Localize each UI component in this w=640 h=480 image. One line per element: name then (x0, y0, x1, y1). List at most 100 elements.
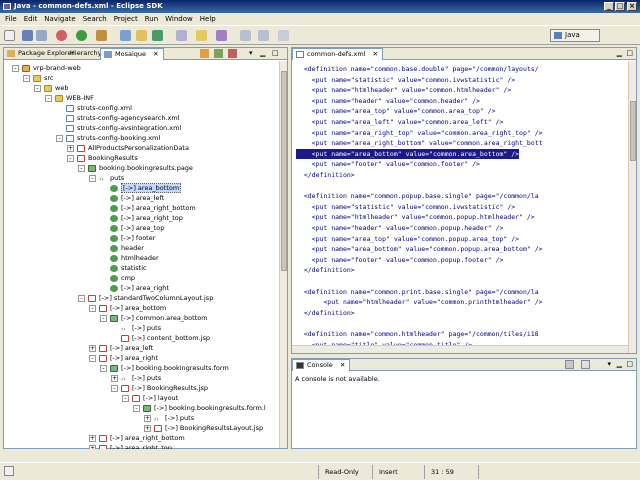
tree-node[interactable]: + [->] BookingResultsLayout.jsp (144, 423, 263, 433)
tree-node[interactable]: - booking.bookingresults.page (78, 163, 193, 173)
tree-node[interactable]: [->] footer (100, 233, 155, 243)
tree-node[interactable]: header (100, 243, 144, 253)
expand-icon[interactable]: + (111, 374, 118, 382)
menu-help[interactable]: Help (200, 13, 216, 25)
code-line[interactable]: <put name="footer" value="common.popup.f… (296, 255, 504, 265)
scrollbar-thumb[interactable] (630, 101, 636, 161)
tree-node[interactable]: [->] area_right (100, 283, 169, 293)
tree-node[interactable]: - [->] standardTwoColumnLayout.jsp (78, 293, 213, 303)
tree-node[interactable]: - [->] area_right (89, 353, 158, 363)
code-line[interactable]: <definition name="common.base.double" pa… (296, 64, 539, 74)
code-line[interactable]: <put name="header" value="common.header"… (296, 96, 480, 106)
tree-node[interactable]: + [->] area_right_top (89, 443, 172, 449)
tree-node[interactable]: - [->] common.area_bottom (100, 313, 208, 323)
tree-node[interactable]: - WEB-INF (45, 93, 94, 103)
tab-mosaique[interactable]: Mosaique ✕ (100, 48, 164, 60)
code-line[interactable]: <put name="area_right_top" value="common… (296, 128, 543, 138)
collapse-icon[interactable]: - (23, 74, 30, 82)
menu-search[interactable]: Search (83, 13, 107, 25)
collapse-icon[interactable]: - (89, 354, 96, 362)
new-class-icon[interactable] (152, 30, 163, 41)
code-line[interactable]: <put name="area_bottom" value="common.po… (296, 244, 543, 254)
tree-node[interactable]: [->] area_left (100, 193, 164, 203)
code-line[interactable]: <put name="statistic" value="common.ivws… (296, 202, 516, 212)
expand-icon[interactable]: + (144, 414, 151, 422)
close-tab-icon[interactable]: ✕ (373, 50, 378, 58)
tree-node[interactable]: - [->] layout (122, 393, 178, 403)
filter-icon[interactable] (228, 49, 237, 58)
close-button[interactable]: × (627, 2, 637, 11)
close-tab-icon[interactable]: ✕ (153, 50, 158, 58)
tree-node[interactable]: [->] area_right_top (100, 213, 183, 223)
print-icon[interactable] (36, 30, 47, 41)
menu-run[interactable]: Run (145, 13, 158, 25)
collapse-icon[interactable]: - (111, 384, 118, 392)
collapse-icon[interactable]: - (56, 134, 63, 142)
tree-node[interactable]: - [->] booking.bookingresults.form.l (133, 403, 266, 413)
minimize-button[interactable]: _ (604, 2, 614, 11)
code-line[interactable]: <definition name="common.print.base.sing… (296, 287, 539, 297)
maximize-view-icon[interactable]: □ (272, 48, 279, 59)
collapse-icon[interactable]: - (122, 394, 129, 402)
collapse-icon[interactable]: - (133, 404, 140, 412)
expand-icon[interactable]: + (89, 434, 96, 442)
collapse-icon[interactable]: - (67, 154, 74, 162)
external-tools-icon[interactable] (96, 30, 107, 41)
code-line[interactable]: <put name="area_bottom" value="common.ar… (296, 148, 520, 159)
tree-node[interactable]: - [->] area_bottom (89, 303, 166, 313)
new-java-project-icon[interactable] (120, 30, 131, 41)
scrollbar-thumb[interactable] (281, 71, 287, 271)
code-line[interactable]: <definition name="common.htmlheader" pag… (296, 329, 539, 339)
editor-horizontal-scrollbar[interactable] (292, 345, 628, 353)
open-type-icon[interactable] (176, 30, 187, 41)
refresh-icon[interactable] (214, 49, 223, 58)
tree-node[interactable]: - vrp-brand-web (12, 63, 81, 73)
code-line[interactable]: <put name="htmlheader" value="common.pop… (296, 212, 535, 222)
edit-pencil-icon[interactable] (216, 30, 227, 41)
expand-icon[interactable]: + (67, 144, 74, 152)
close-tab-icon[interactable]: ✕ (340, 361, 345, 369)
code-line[interactable]: </definition> (296, 308, 355, 318)
tree-node[interactable]: + ‹› [->] puts (144, 413, 194, 423)
collapse-icon[interactable]: - (78, 294, 85, 302)
back-arrow-icon[interactable] (240, 30, 251, 41)
last-edit-icon[interactable] (278, 30, 289, 41)
tree-node[interactable]: htmlheader (100, 253, 159, 263)
minimize-view-icon[interactable]: ▁ (617, 48, 622, 59)
tree-node[interactable]: ‹› [->] puts (111, 323, 161, 333)
tree-node[interactable]: struts-config-agencysearch.xml (56, 113, 180, 123)
tree-node[interactable]: [->] area_right_bottom (100, 203, 196, 213)
tree-node[interactable]: - BookingResults (67, 153, 138, 163)
tree-node[interactable]: cmp (100, 273, 135, 283)
code-line[interactable]: <put name="footer" value="common.footer"… (296, 159, 480, 169)
tree-node[interactable]: [->] area_bottom (100, 183, 182, 193)
maximize-button[interactable]: □ (615, 2, 625, 11)
collapse-icon[interactable]: - (100, 314, 107, 322)
code-editor[interactable]: <definition name="common.base.double" pa… (292, 61, 623, 354)
tree-scrollbar[interactable] (279, 61, 287, 448)
collapse-icon[interactable]: - (12, 64, 19, 72)
view-menu-icon[interactable]: ▾ (249, 48, 253, 59)
tree-node[interactable]: + [->] area_left (89, 343, 153, 353)
tree-node[interactable]: statistic (100, 263, 147, 273)
minimize-view-icon[interactable]: ▁ (617, 359, 622, 370)
run-icon[interactable] (76, 30, 87, 41)
collapse-icon[interactable]: - (100, 364, 107, 372)
save-icon[interactable] (22, 30, 33, 41)
editor-scrollbar[interactable] (628, 61, 636, 353)
expand-icon[interactable]: + (89, 444, 96, 449)
search-icon[interactable] (196, 30, 207, 41)
maximize-view-icon[interactable]: □ (626, 48, 633, 59)
view-menu-icon[interactable]: ▾ (607, 359, 611, 370)
minimize-view-icon[interactable]: ▁ (260, 48, 265, 59)
view-icon[interactable] (200, 49, 209, 58)
menu-file[interactable]: File (5, 13, 17, 25)
debug-icon[interactable] (56, 30, 67, 41)
tree-node[interactable]: - ‹› puts (89, 173, 124, 183)
new-package-icon[interactable] (136, 30, 147, 41)
code-line[interactable]: <put name="area_top" value="common.area_… (296, 106, 496, 116)
tree-node[interactable]: + AllProductsPersonalizationData (67, 143, 189, 153)
tree-node[interactable]: struts-config.xml (56, 103, 132, 113)
code-line[interactable]: <put name="htmlheader" value="common.htm… (296, 85, 512, 95)
code-line[interactable]: </definition> (296, 265, 355, 275)
